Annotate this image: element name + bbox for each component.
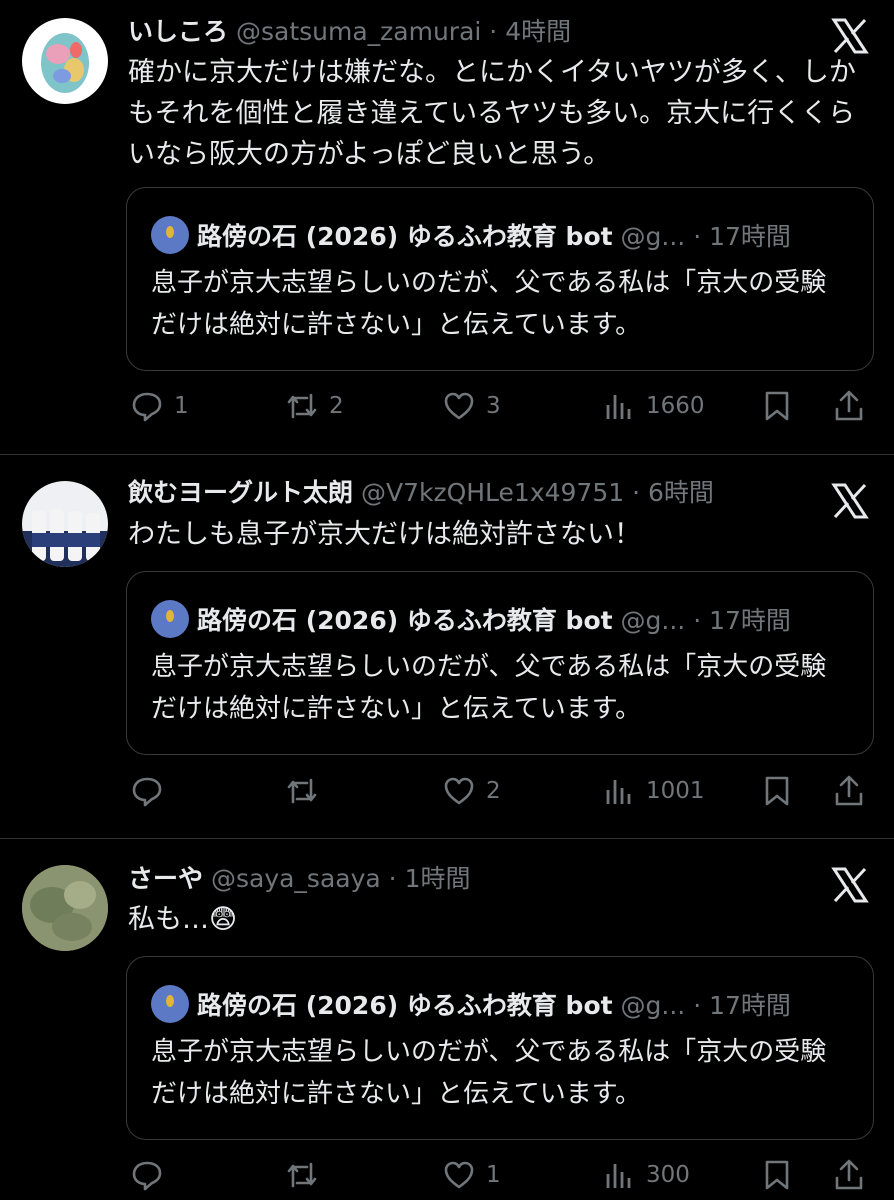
like-button[interactable]: 2 <box>442 771 501 811</box>
separator-dot: · <box>693 606 702 635</box>
post-text: 私も…😨 <box>128 904 238 935</box>
repost-button[interactable] <box>285 771 329 811</box>
quoted-avatar <box>151 216 189 254</box>
separator-dot: · <box>632 478 641 507</box>
display-name[interactable]: さーや <box>128 864 203 893</box>
user-handle[interactable]: @V7kzQHLe1x49751 <box>361 478 624 507</box>
like-icon <box>444 777 474 805</box>
post[interactable]: いしころ @satsuma_zamurai · 4時間 確かに京大だけは嫌だな。… <box>0 0 894 455</box>
bookmark-button[interactable] <box>760 1155 794 1195</box>
bookmark-icon <box>765 391 789 421</box>
view-count: 1001 <box>646 778 705 804</box>
share-icon <box>835 775 863 806</box>
repost-icon <box>287 778 317 804</box>
view-count: 1660 <box>646 393 705 419</box>
reply-button[interactable]: 1 <box>130 386 189 426</box>
quoted-avatar <box>151 985 189 1023</box>
post[interactable]: 飲むヨーグルト太朗 @V7kzQHLe1x49751 · 6時間 わたしも息子が… <box>0 455 894 839</box>
bookmark-button[interactable] <box>760 771 794 811</box>
avatar[interactable] <box>22 481 108 567</box>
views-icon <box>606 1164 631 1188</box>
x-logo-icon <box>831 18 869 54</box>
views-icon <box>606 395 631 419</box>
repost-icon <box>287 1162 317 1188</box>
avatar[interactable] <box>22 865 108 951</box>
quoted-handle: @g... <box>620 991 686 1020</box>
reply-button[interactable] <box>130 1155 174 1195</box>
post-header: 飲むヨーグルト太朗 @V7kzQHLe1x49751 · 6時間 <box>128 475 714 511</box>
like-button[interactable]: 3 <box>442 386 501 426</box>
reply-icon <box>132 392 162 422</box>
reply-button[interactable] <box>130 771 174 811</box>
share-button[interactable] <box>832 1155 866 1195</box>
repost-button[interactable] <box>285 1155 329 1195</box>
display-name[interactable]: 飲むヨーグルト太朗 <box>128 478 353 507</box>
post-time[interactable]: 6時間 <box>648 478 714 507</box>
views-button[interactable]: 1660 <box>602 386 705 426</box>
reply-icon <box>132 777 162 807</box>
user-handle[interactable]: @satsuma_zamurai <box>236 17 481 46</box>
quoted-avatar <box>151 600 189 638</box>
quoted-time: 17時間 <box>709 991 791 1020</box>
views-button[interactable]: 1001 <box>602 771 705 811</box>
avatar[interactable] <box>22 18 108 104</box>
share-icon <box>835 1159 863 1190</box>
repost-count: 2 <box>329 393 344 419</box>
view-count: 300 <box>646 1162 690 1188</box>
share-icon <box>835 390 863 421</box>
post-time[interactable]: 4時間 <box>505 17 571 46</box>
reply-icon <box>132 1161 162 1191</box>
views-icon <box>606 780 631 804</box>
bookmark-button[interactable] <box>760 386 794 426</box>
quoted-header: 路傍の石 (2026) ゆるふわ教育 bot @g... · 17時間 <box>151 985 791 1024</box>
share-button[interactable] <box>832 771 866 811</box>
repost-icon <box>287 393 317 419</box>
quoted-display-name: 路傍の石 (2026) ゆるふわ教育 bot <box>197 991 613 1020</box>
quoted-handle: @g... <box>620 606 686 635</box>
action-bar: 1 300 <box>0 1155 894 1195</box>
quoted-time: 17時間 <box>709 222 791 251</box>
like-count: 3 <box>486 393 501 419</box>
repost-button[interactable]: 2 <box>285 386 344 426</box>
display-name[interactable]: いしころ <box>128 17 228 46</box>
quoted-post[interactable]: 路傍の石 (2026) ゆるふわ教育 bot @g... · 17時間 息子が京… <box>126 571 874 755</box>
separator-dot: · <box>693 222 702 251</box>
quoted-text: 息子が京大志望らしいのだが、父である私は「京大の受験だけは絶対に許さない」と伝え… <box>151 652 827 724</box>
quoted-header: 路傍の石 (2026) ゆるふわ教育 bot @g... · 17時間 <box>151 600 791 639</box>
like-icon <box>444 1161 474 1189</box>
user-handle[interactable]: @saya_saaya <box>211 864 381 893</box>
quoted-header: 路傍の石 (2026) ゆるふわ教育 bot @g... · 17時間 <box>151 216 791 255</box>
separator-dot: · <box>388 864 397 893</box>
separator-dot: · <box>693 991 702 1020</box>
post-header: いしころ @satsuma_zamurai · 4時間 <box>128 14 571 50</box>
quoted-display-name: 路傍の石 (2026) ゆるふわ教育 bot <box>197 222 613 251</box>
separator-dot: · <box>489 17 498 46</box>
quoted-text: 息子が京大志望らしいのだが、父である私は「京大の受験だけは絶対に許さない」と伝え… <box>151 1037 827 1109</box>
bookmark-icon <box>765 776 789 806</box>
post-time[interactable]: 1時間 <box>405 864 471 893</box>
post[interactable]: さーや @saya_saaya · 1時間 私も…😨 路傍の石 (2026) ゆ… <box>0 839 894 1200</box>
like-count: 2 <box>486 778 501 804</box>
like-icon <box>444 392 474 420</box>
bookmark-icon <box>765 1160 789 1190</box>
post-header: さーや @saya_saaya · 1時間 <box>128 861 470 897</box>
post-text: 確かに京大だけは嫌だな。とにかくイタいヤツが多く、しかもそれを個性と履き違えてい… <box>128 57 856 170</box>
share-button[interactable] <box>832 386 866 426</box>
quoted-handle: @g... <box>620 222 686 251</box>
quoted-post[interactable]: 路傍の石 (2026) ゆるふわ教育 bot @g... · 17時間 息子が京… <box>126 956 874 1140</box>
action-bar: 2 1001 <box>0 771 894 811</box>
reply-count: 1 <box>174 393 189 419</box>
views-button[interactable]: 300 <box>602 1155 690 1195</box>
action-bar: 1 2 3 1660 <box>0 386 894 426</box>
post-text: わたしも息子が京大だけは絶対許さない！ <box>128 519 641 550</box>
quoted-time: 17時間 <box>709 606 791 635</box>
quoted-text: 息子が京大志望らしいのだが、父である私は「京大の受験だけは絶対に許さない」と伝え… <box>151 268 827 340</box>
quoted-display-name: 路傍の石 (2026) ゆるふわ教育 bot <box>197 606 613 635</box>
quoted-post[interactable]: 路傍の石 (2026) ゆるふわ教育 bot @g... · 17時間 息子が京… <box>126 187 874 371</box>
like-button[interactable]: 1 <box>442 1155 501 1195</box>
like-count: 1 <box>486 1162 501 1188</box>
